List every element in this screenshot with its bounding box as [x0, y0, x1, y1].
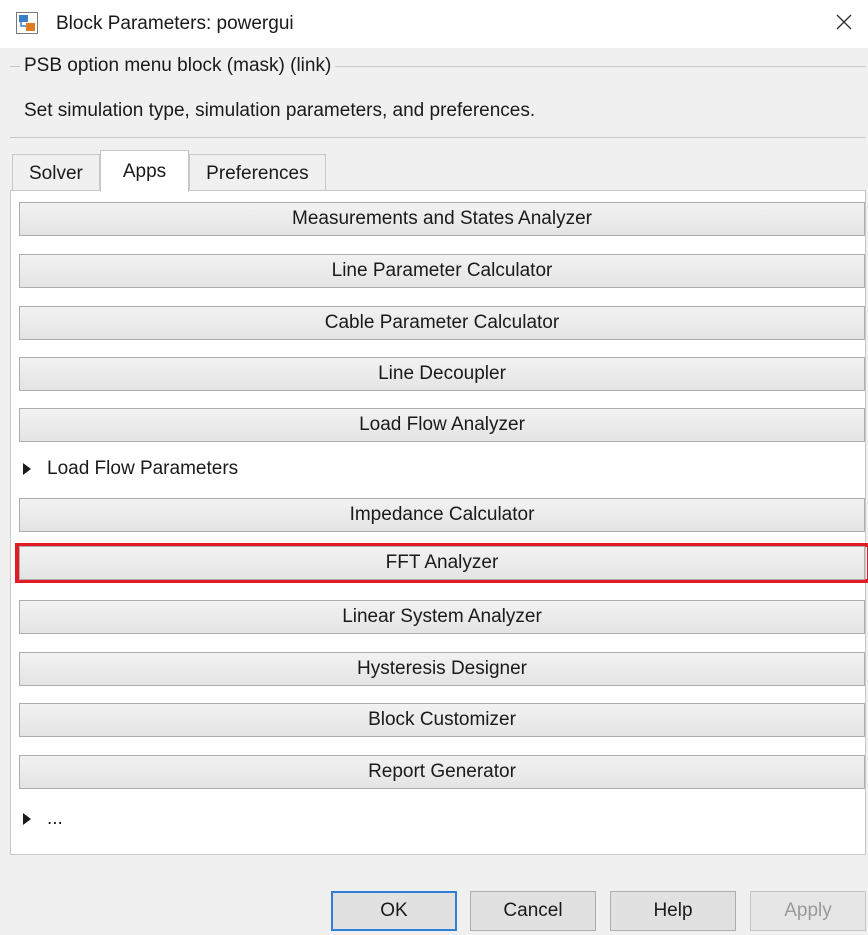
block-parameters-dialog: Block Parameters: powergui PSB option me…	[0, 0, 868, 935]
load-flow-parameters-label: Load Flow Parameters	[47, 458, 239, 479]
line-decoupler-button[interactable]: Line Decoupler	[19, 357, 865, 391]
line-parameter-calculator-button[interactable]: Line Parameter Calculator	[19, 254, 865, 288]
apps-panel: Measurements and States Analyzer Line Pa…	[10, 190, 868, 855]
impedance-calculator-button[interactable]: Impedance Calculator	[19, 498, 865, 532]
mask-description-group: PSB option menu block (mask) (link) Set …	[10, 55, 866, 138]
ok-button[interactable]: OK	[331, 891, 457, 931]
tab-preferences[interactable]: Preferences	[189, 154, 326, 192]
hysteresis-designer-button[interactable]: Hysteresis Designer	[19, 652, 865, 686]
cancel-button[interactable]: Cancel	[470, 891, 596, 931]
fft-analyzer-button[interactable]: FFT Analyzer	[19, 546, 865, 580]
tab-apps[interactable]: Apps	[99, 150, 190, 192]
tab-solver[interactable]: Solver	[12, 154, 100, 192]
load-flow-analyzer-button[interactable]: Load Flow Analyzer	[19, 408, 865, 442]
title-bar: Block Parameters: powergui	[0, 0, 868, 48]
mask-legend: PSB option menu block (mask) (link)	[20, 55, 336, 77]
mask-description: Set simulation type, simulation paramete…	[24, 100, 536, 121]
cable-parameter-calculator-button[interactable]: Cable Parameter Calculator	[19, 306, 865, 340]
simulink-block-icon	[16, 12, 38, 34]
more-label: ...	[47, 808, 63, 829]
block-customizer-button[interactable]: Block Customizer	[19, 703, 865, 737]
close-button[interactable]	[820, 0, 868, 44]
linear-system-analyzer-button[interactable]: Linear System Analyzer	[19, 600, 865, 634]
close-icon	[836, 14, 852, 30]
measurements-and-states-analyzer-button[interactable]: Measurements and States Analyzer	[19, 202, 865, 236]
window-title: Block Parameters: powergui	[56, 13, 294, 34]
report-generator-button[interactable]: Report Generator	[19, 755, 865, 789]
help-button[interactable]: Help	[610, 891, 736, 931]
apply-button[interactable]: Apply	[750, 891, 866, 931]
tab-bar: Solver Apps Preferences	[12, 150, 326, 192]
more-expander[interactable]: ...	[23, 804, 63, 834]
expand-triangle-icon	[23, 463, 31, 475]
load-flow-parameters-expander[interactable]: Load Flow Parameters	[23, 454, 238, 484]
expand-triangle-icon	[23, 813, 31, 825]
